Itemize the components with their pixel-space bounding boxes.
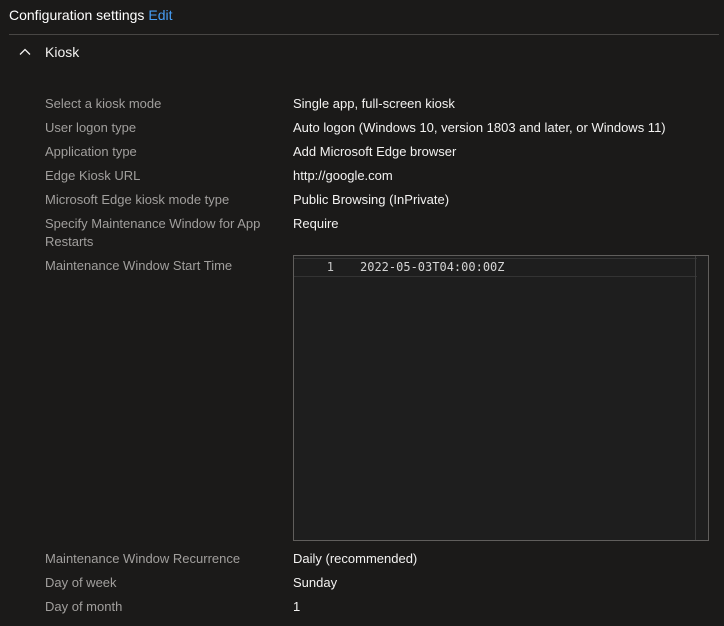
setting-value: Single app, full-screen kiosk <box>293 96 455 111</box>
setting-label: Specify Maintenance Window for App Resta… <box>45 216 261 249</box>
setting-value: Sunday <box>293 575 338 590</box>
setting-value: http://google.com <box>293 168 393 183</box>
setting-label: Day of week <box>45 575 117 590</box>
section-title: Kiosk <box>45 44 80 60</box>
chevron-up-icon <box>17 44 33 60</box>
setting-label: Edge Kiosk URL <box>45 168 141 183</box>
setting-value: Daily (recommended) <box>293 551 418 566</box>
setting-label: Application type <box>45 144 137 159</box>
code-line[interactable]: 2022-05-03T04:00:00Z <box>360 260 505 274</box>
setting-label: Select a kiosk mode <box>45 96 162 111</box>
setting-value: 1 <box>293 599 301 614</box>
start-time-code-editor[interactable]: 1 2022-05-03T04:00:00Z <box>293 255 709 541</box>
line-number: 1 <box>326 260 334 274</box>
page-title: Configuration settings <box>9 7 145 23</box>
kiosk-section-toggle[interactable]: Kiosk <box>17 42 79 62</box>
setting-value: Auto logon (Windows 10, version 1803 and… <box>293 120 666 135</box>
setting-value: Public Browsing (InPrivate) <box>293 192 450 207</box>
setting-label: Day of month <box>45 599 123 614</box>
edit-link[interactable]: Edit <box>148 7 172 23</box>
setting-label: Maintenance Window Start Time <box>45 258 233 273</box>
setting-value: Require <box>293 216 339 231</box>
editor-scrollbar[interactable] <box>695 256 696 540</box>
header-divider <box>9 34 719 35</box>
setting-label: Maintenance Window Recurrence <box>45 551 241 566</box>
setting-value: Add Microsoft Edge browser <box>293 144 457 159</box>
panel-header: Configuration settings Edit <box>9 5 173 25</box>
setting-label: User logon type <box>45 120 137 135</box>
setting-label: Microsoft Edge kiosk mode type <box>45 192 230 207</box>
configuration-settings-panel: Configuration settings Edit Kiosk Select… <box>0 0 724 626</box>
